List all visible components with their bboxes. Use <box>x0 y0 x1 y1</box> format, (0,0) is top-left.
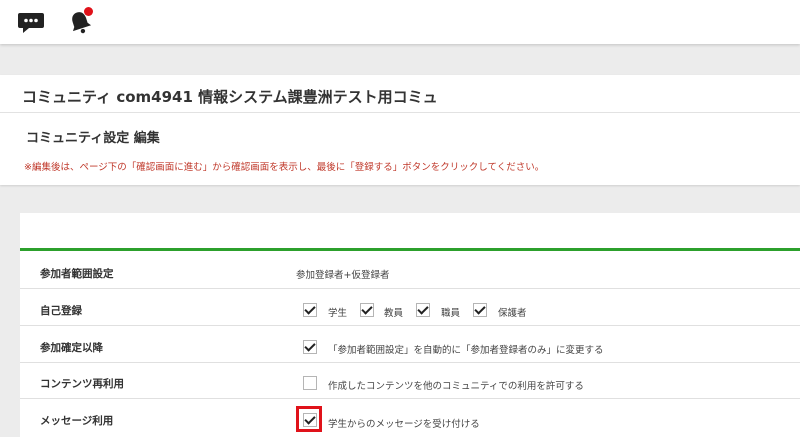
community-title: コミュニティ com4941 情報システム課豊洲テスト用コミュ <box>22 88 438 106</box>
row-label: メッセージ利用 <box>40 415 114 427</box>
row-label: 参加者範囲設定 <box>40 268 114 280</box>
settings-form: 参加者範囲設定 参加登録者+仮登録者 自己登録 学生 教員 職員 保護者 参加確… <box>20 213 800 437</box>
row-participant-range: 参加者範囲設定 参加登録者+仮登録者 <box>20 258 800 289</box>
checkbox-staff-label: 職員 <box>441 308 461 319</box>
header-divider <box>0 112 800 113</box>
checkbox-teacher-label: 教員 <box>384 308 404 319</box>
checkbox-accept-student-messages-label: 学生からのメッセージを受け付ける <box>328 419 480 430</box>
checkbox-auto-change-range-label: 「参加者範囲設定」を自動的に「参加者登録者のみ」に変更する <box>328 345 604 356</box>
checkbox-student[interactable] <box>303 303 317 317</box>
checkbox-guardian[interactable] <box>473 303 487 317</box>
community-header: コミュニティ com4941 情報システム課豊洲テスト用コミュ コミュニティ設定… <box>0 75 800 185</box>
section-title: コミュニティ設定 編集 <box>26 131 160 146</box>
checkbox-accept-student-messages[interactable] <box>303 413 317 427</box>
form-accent-line <box>20 248 800 251</box>
bell-icon[interactable] <box>66 7 94 36</box>
checkbox-allow-content-reuse-label: 作成したコンテンツを他のコミュニティでの利用を許可する <box>328 381 584 392</box>
notification-dot <box>84 7 93 16</box>
checkbox-student-label: 学生 <box>328 308 348 319</box>
checkbox-auto-change-range[interactable] <box>303 340 317 354</box>
row-content-reuse: コンテンツ再利用 作成したコンテンツを他のコミュニティでの利用を許可する <box>20 368 800 399</box>
row-label: コンテンツ再利用 <box>40 378 124 390</box>
checkbox-highlight <box>296 406 322 432</box>
row-self-registration: 自己登録 学生 教員 職員 保護者 <box>20 295 800 326</box>
edit-instruction-note: ※編集後は、ページ下の「確認画面に進む」から確認画面を表示し、最後に「登録する」… <box>24 162 545 173</box>
row-label: 参加確定以降 <box>40 342 103 354</box>
participant-range-value: 参加登録者+仮登録者 <box>296 270 390 281</box>
chat-bubble-icon[interactable] <box>17 8 45 36</box>
checkbox-guardian-label: 保護者 <box>498 308 527 319</box>
checkbox-teacher[interactable] <box>360 303 374 317</box>
row-message-usage: メッセージ利用 学生からのメッセージを受け付ける <box>20 405 800 436</box>
top-bar <box>0 0 800 44</box>
row-after-confirmation: 参加確定以降 「参加者範囲設定」を自動的に「参加者登録者のみ」に変更する <box>20 332 800 363</box>
checkbox-staff[interactable] <box>416 303 430 317</box>
row-label: 自己登録 <box>40 305 82 317</box>
checkbox-allow-content-reuse[interactable] <box>303 376 317 390</box>
